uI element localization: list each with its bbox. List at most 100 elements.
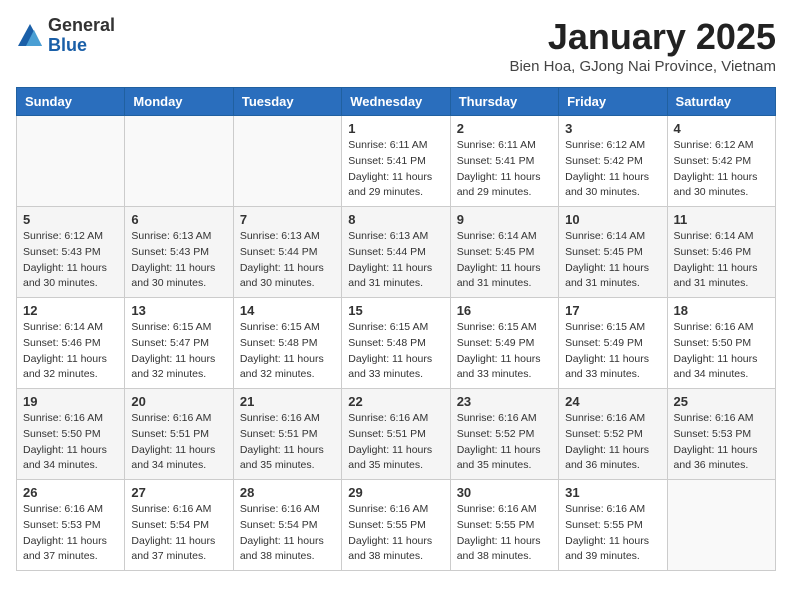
day-number: 25 bbox=[674, 394, 769, 409]
calendar-week-row: 5Sunrise: 6:12 AMSunset: 5:43 PMDaylight… bbox=[17, 207, 776, 298]
calendar-cell: 16 Sunrise: 6:15 AMSunset: 5:49 PMDayligh… bbox=[450, 298, 558, 389]
calendar-cell: 7 Sunrise: 6:13 AMSunset: 5:44 PMDaylight… bbox=[233, 207, 341, 298]
day-number: 12 bbox=[23, 303, 118, 318]
calendar-cell: 10 Sunrise: 6:14 AMSunset: 5:45 PMDayligh… bbox=[559, 207, 667, 298]
day-info: Sunrise: 6:15 AMSunset: 5:49 PMDaylight:… bbox=[457, 320, 552, 383]
calendar-cell: 19 Sunrise: 6:16 AMSunset: 5:50 PMDayligh… bbox=[17, 389, 125, 480]
calendar-cell: 27 Sunrise: 6:16 AMSunset: 5:54 PMDayligh… bbox=[125, 480, 233, 571]
day-info: Sunrise: 6:16 AMSunset: 5:54 PMDaylight:… bbox=[240, 502, 335, 565]
day-number: 14 bbox=[240, 303, 335, 318]
calendar-cell: 21Sunrise: 6:16 AMSunset: 5:51 PMDayligh… bbox=[233, 389, 341, 480]
day-number: 17 bbox=[565, 303, 660, 318]
day-info: Sunrise: 6:13 AMSunset: 5:44 PMDaylight:… bbox=[240, 229, 335, 292]
calendar-cell bbox=[233, 116, 341, 207]
calendar-cell: 23 Sunrise: 6:16 AMSunset: 5:52 PMDayligh… bbox=[450, 389, 558, 480]
day-info: Sunrise: 6:16 AMSunset: 5:52 PMDaylight:… bbox=[457, 411, 552, 474]
calendar-cell: 1 Sunrise: 6:11 AMSunset: 5:41 PMDaylight… bbox=[342, 116, 450, 207]
day-number: 10 bbox=[565, 212, 660, 227]
day-number: 15 bbox=[348, 303, 443, 318]
calendar-cell: 14Sunrise: 6:15 AMSunset: 5:48 PMDayligh… bbox=[233, 298, 341, 389]
calendar-cell bbox=[667, 480, 775, 571]
weekday-header: Thursday bbox=[450, 88, 558, 116]
day-number: 26 bbox=[23, 485, 118, 500]
calendar-cell: 3 Sunrise: 6:12 AMSunset: 5:42 PMDaylight… bbox=[559, 116, 667, 207]
calendar-cell: 31 Sunrise: 6:16 AMSunset: 5:55 PMDayligh… bbox=[559, 480, 667, 571]
day-info: Sunrise: 6:14 AMSunset: 5:45 PMDaylight:… bbox=[457, 229, 552, 292]
calendar-cell: 15 Sunrise: 6:15 AMSunset: 5:48 PMDayligh… bbox=[342, 298, 450, 389]
calendar-cell: 4 Sunrise: 6:12 AMSunset: 5:42 PMDaylight… bbox=[667, 116, 775, 207]
day-info: Sunrise: 6:15 AMSunset: 5:49 PMDaylight:… bbox=[565, 320, 660, 383]
calendar-week-row: 26 Sunrise: 6:16 AMSunset: 5:53 PMDayligh… bbox=[17, 480, 776, 571]
calendar-week-row: 12Sunrise: 6:14 AMSunset: 5:46 PMDayligh… bbox=[17, 298, 776, 389]
calendar-cell: 26 Sunrise: 6:16 AMSunset: 5:53 PMDayligh… bbox=[17, 480, 125, 571]
day-info: Sunrise: 6:16 AMSunset: 5:55 PMDaylight:… bbox=[565, 502, 660, 565]
day-number: 29 bbox=[348, 485, 443, 500]
day-info: Sunrise: 6:16 AMSunset: 5:50 PMDaylight:… bbox=[23, 411, 118, 474]
day-number: 24 bbox=[565, 394, 660, 409]
day-number: 11 bbox=[674, 212, 769, 227]
calendar-cell: 28 Sunrise: 6:16 AMSunset: 5:54 PMDayligh… bbox=[233, 480, 341, 571]
calendar-cell: 20 Sunrise: 6:16 AMSunset: 5:51 PMDayligh… bbox=[125, 389, 233, 480]
calendar-cell bbox=[125, 116, 233, 207]
title-area: January 2025 Bien Hoa, GJong Nai Provinc… bbox=[509, 16, 776, 75]
day-info: Sunrise: 6:13 AMSunset: 5:43 PMDaylight:… bbox=[131, 229, 226, 292]
day-number: 19 bbox=[23, 394, 118, 409]
day-number: 7 bbox=[240, 212, 335, 227]
day-info: Sunrise: 6:13 AMSunset: 5:44 PMDaylight:… bbox=[348, 229, 443, 292]
weekday-header: Saturday bbox=[667, 88, 775, 116]
calendar-table: SundayMondayTuesdayWednesdayThursdayFrid… bbox=[16, 87, 776, 571]
day-number: 3 bbox=[565, 121, 660, 136]
logo-icon bbox=[16, 22, 44, 50]
day-number: 20 bbox=[131, 394, 226, 409]
weekday-header-row: SundayMondayTuesdayWednesdayThursdayFrid… bbox=[17, 88, 776, 116]
weekday-header: Friday bbox=[559, 88, 667, 116]
day-number: 2 bbox=[457, 121, 552, 136]
day-info: Sunrise: 6:12 AMSunset: 5:42 PMDaylight:… bbox=[674, 138, 769, 201]
day-info: Sunrise: 6:16 AMSunset: 5:53 PMDaylight:… bbox=[23, 502, 118, 565]
location: Bien Hoa, GJong Nai Province, Vietnam bbox=[509, 58, 776, 75]
month-title: January 2025 bbox=[509, 16, 776, 58]
calendar-cell: 9 Sunrise: 6:14 AMSunset: 5:45 PMDaylight… bbox=[450, 207, 558, 298]
logo-blue: Blue bbox=[48, 36, 115, 56]
logo: General Blue bbox=[16, 16, 115, 56]
calendar-cell bbox=[17, 116, 125, 207]
day-info: Sunrise: 6:16 AMSunset: 5:55 PMDaylight:… bbox=[457, 502, 552, 565]
calendar-cell: 13Sunrise: 6:15 AMSunset: 5:47 PMDayligh… bbox=[125, 298, 233, 389]
day-info: Sunrise: 6:16 AMSunset: 5:53 PMDaylight:… bbox=[674, 411, 769, 474]
logo-text: General Blue bbox=[48, 16, 115, 56]
day-info: Sunrise: 6:16 AMSunset: 5:54 PMDaylight:… bbox=[131, 502, 226, 565]
calendar-cell: 25 Sunrise: 6:16 AMSunset: 5:53 PMDayligh… bbox=[667, 389, 775, 480]
calendar-cell: 11 Sunrise: 6:14 AMSunset: 5:46 PMDayligh… bbox=[667, 207, 775, 298]
day-info: Sunrise: 6:15 AMSunset: 5:48 PMDaylight:… bbox=[348, 320, 443, 383]
page-header: General Blue January 2025 Bien Hoa, GJon… bbox=[16, 16, 776, 75]
day-number: 4 bbox=[674, 121, 769, 136]
day-number: 16 bbox=[457, 303, 552, 318]
day-number: 30 bbox=[457, 485, 552, 500]
calendar-cell: 12Sunrise: 6:14 AMSunset: 5:46 PMDayligh… bbox=[17, 298, 125, 389]
calendar-cell: 29Sunrise: 6:16 AMSunset: 5:55 PMDayligh… bbox=[342, 480, 450, 571]
day-info: Sunrise: 6:15 AMSunset: 5:47 PMDaylight:… bbox=[131, 320, 226, 383]
calendar-week-row: 1 Sunrise: 6:11 AMSunset: 5:41 PMDaylight… bbox=[17, 116, 776, 207]
weekday-header: Tuesday bbox=[233, 88, 341, 116]
day-number: 23 bbox=[457, 394, 552, 409]
day-info: Sunrise: 6:12 AMSunset: 5:42 PMDaylight:… bbox=[565, 138, 660, 201]
day-info: Sunrise: 6:11 AMSunset: 5:41 PMDaylight:… bbox=[348, 138, 443, 201]
day-info: Sunrise: 6:16 AMSunset: 5:51 PMDaylight:… bbox=[131, 411, 226, 474]
day-number: 28 bbox=[240, 485, 335, 500]
day-number: 6 bbox=[131, 212, 226, 227]
day-number: 9 bbox=[457, 212, 552, 227]
day-info: Sunrise: 6:16 AMSunset: 5:52 PMDaylight:… bbox=[565, 411, 660, 474]
day-info: Sunrise: 6:16 AMSunset: 5:51 PMDaylight:… bbox=[348, 411, 443, 474]
day-number: 18 bbox=[674, 303, 769, 318]
day-number: 27 bbox=[131, 485, 226, 500]
day-number: 21 bbox=[240, 394, 335, 409]
day-number: 31 bbox=[565, 485, 660, 500]
calendar-cell: 30 Sunrise: 6:16 AMSunset: 5:55 PMDayligh… bbox=[450, 480, 558, 571]
day-info: Sunrise: 6:14 AMSunset: 5:46 PMDaylight:… bbox=[674, 229, 769, 292]
day-number: 22 bbox=[348, 394, 443, 409]
calendar-cell: 2Sunrise: 6:11 AMSunset: 5:41 PMDaylight… bbox=[450, 116, 558, 207]
day-number: 1 bbox=[348, 121, 443, 136]
day-number: 8 bbox=[348, 212, 443, 227]
day-info: Sunrise: 6:14 AMSunset: 5:45 PMDaylight:… bbox=[565, 229, 660, 292]
calendar-cell: 5Sunrise: 6:12 AMSunset: 5:43 PMDaylight… bbox=[17, 207, 125, 298]
